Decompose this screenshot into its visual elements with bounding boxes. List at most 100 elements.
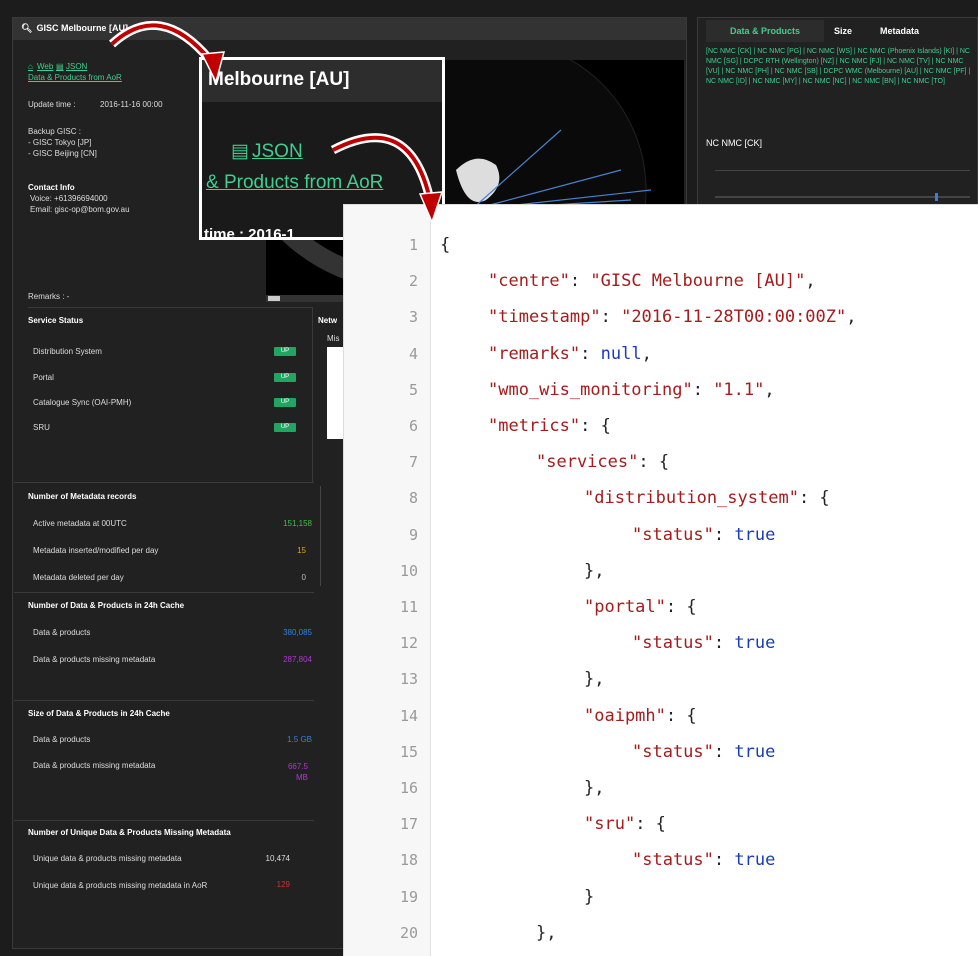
json-value: "GISC Melbourne [AU]" bbox=[590, 271, 806, 292]
centres-list[interactable]: [NC NMC [CK] | NC NMC [PG] | NC NMC [WS]… bbox=[706, 47, 974, 87]
json-key: "wmo_wis_monitoring" bbox=[488, 379, 693, 400]
zoom-aor-link[interactable]: & Products from AoR bbox=[206, 172, 383, 194]
code-line: "status": true bbox=[632, 850, 776, 871]
divider bbox=[715, 170, 970, 171]
divider bbox=[14, 592, 314, 593]
home-icon[interactable]: ⌂ bbox=[28, 62, 33, 71]
network-table-thumb bbox=[327, 347, 343, 439]
zoom-json-icon: ▤ bbox=[231, 141, 249, 162]
metric-label: Metadata deleted per day bbox=[33, 573, 124, 582]
json-value: { bbox=[686, 597, 697, 617]
backup-gisc-item: - GISC Tokyo [JP] bbox=[28, 138, 92, 147]
line-number: 6 bbox=[408, 417, 418, 435]
gisc-panel-header: 🔍︎ GISC Melbourne [AU] bbox=[13, 18, 686, 40]
update-time-label: Update time : bbox=[28, 100, 76, 109]
service-label: Catalogue Sync (OAI-PMH) bbox=[33, 398, 132, 407]
cache-size-title: Size of Data & Products in 24h Cache bbox=[28, 709, 170, 718]
search-icon: 🔍︎ bbox=[21, 23, 33, 33]
zoom-partial-text: time : 2016-1 bbox=[204, 226, 295, 240]
line-number: 8 bbox=[408, 489, 418, 508]
json-value: true bbox=[734, 741, 776, 762]
divider bbox=[14, 820, 314, 821]
network-panel-sublabel: Mis bbox=[327, 334, 340, 343]
line-number: 17 bbox=[399, 815, 418, 834]
json-key: "portal" bbox=[584, 597, 666, 617]
json-value: "1.1" bbox=[713, 379, 765, 400]
tab-data-products[interactable]: Data & Products bbox=[706, 20, 824, 42]
line-number: 10 bbox=[399, 561, 418, 580]
chart-slider[interactable] bbox=[715, 193, 970, 201]
web-link[interactable]: Web bbox=[37, 62, 53, 71]
metadata-records-title: Number of Metadata records bbox=[28, 492, 137, 501]
json-value: { bbox=[655, 814, 666, 835]
status-badge: UP bbox=[274, 398, 296, 407]
code-punct: { bbox=[440, 235, 451, 255]
metric-label: Active metadata at 00UTC bbox=[33, 519, 127, 528]
line-number: 15 bbox=[399, 742, 418, 761]
json-value: { bbox=[686, 705, 697, 726]
line-number: 14 bbox=[399, 706, 418, 725]
json-key: "status" bbox=[632, 741, 714, 762]
metric-value: 10,474 bbox=[265, 854, 290, 863]
json-value: { bbox=[658, 452, 670, 473]
code-line: }, bbox=[584, 669, 604, 689]
contact-voice: Voice: +61396694000 bbox=[30, 194, 108, 203]
gisc-title: GISC Melbourne [AU] bbox=[36, 23, 128, 33]
zoom-json-link[interactable]: JSON bbox=[252, 141, 303, 163]
code-line: "portal": { bbox=[584, 597, 697, 617]
selected-centre: NC NMC [CK] bbox=[706, 138, 762, 148]
service-status-title: Service Status bbox=[28, 316, 84, 325]
line-number: 11 bbox=[399, 598, 418, 616]
line-number: 1 bbox=[408, 236, 418, 254]
service-label: SRU bbox=[33, 423, 50, 432]
line-number: 4 bbox=[408, 344, 418, 363]
metric-label: Unique data & products missing metadata bbox=[33, 854, 182, 863]
code-line: "distribution_system": { bbox=[584, 488, 830, 509]
line-number: 2 bbox=[408, 272, 418, 291]
metric-value: 667.5 MB bbox=[287, 762, 308, 782]
backup-gisc-label: Backup GISC : bbox=[28, 127, 81, 136]
network-panel-label: Netw bbox=[318, 316, 338, 325]
json-value: { bbox=[819, 488, 830, 509]
json-key: "timestamp" bbox=[488, 307, 601, 328]
code-punct: }, bbox=[584, 778, 605, 798]
line-number: 18 bbox=[399, 851, 418, 870]
metric-label: Metadata inserted/modified per day bbox=[33, 546, 159, 555]
code-line: }, bbox=[584, 778, 604, 798]
code-line: "status": true bbox=[632, 741, 776, 762]
code-line: }, bbox=[536, 923, 556, 943]
code-line: "status": true bbox=[632, 633, 776, 654]
json-code-view: 1 {2 "centre": "GISC Melbourne [AU]", 3 "tim… bbox=[343, 204, 978, 956]
service-label: Portal bbox=[33, 373, 54, 382]
code-punct: , bbox=[805, 271, 816, 292]
json-key: "sru" bbox=[584, 814, 636, 835]
code-punct: , bbox=[846, 307, 857, 328]
metric-value: 0 bbox=[301, 573, 306, 582]
tab-size[interactable]: Size bbox=[834, 20, 864, 42]
json-key: "metrics" bbox=[488, 416, 581, 436]
contact-email: Email: gisc-op@bom.gov.au bbox=[30, 205, 130, 214]
metric-label: Data & products bbox=[33, 628, 91, 637]
json-key: "remarks" bbox=[488, 343, 581, 364]
metric-value: 15 bbox=[297, 546, 306, 555]
aor-link[interactable]: Data & Products from AoR bbox=[28, 73, 122, 82]
json-link[interactable]: JSON bbox=[66, 62, 87, 71]
line-number: 19 bbox=[399, 887, 418, 906]
metric-label: Data & products missing metadata bbox=[33, 655, 156, 664]
line-number: 13 bbox=[399, 670, 418, 689]
status-badge: UP bbox=[274, 423, 296, 432]
code-punct: }, bbox=[584, 560, 605, 581]
status-badge: UP bbox=[274, 373, 296, 382]
unique-missing-title: Number of Unique Data & Products Missing… bbox=[28, 828, 231, 837]
metric-value: 287,804 bbox=[283, 655, 312, 664]
code-line: "services": { bbox=[536, 452, 670, 473]
json-value: null bbox=[600, 343, 642, 364]
json-value: true bbox=[734, 633, 776, 654]
divider bbox=[14, 700, 314, 701]
tab-metadata[interactable]: Metadata bbox=[880, 20, 950, 42]
code-line: } bbox=[584, 887, 594, 907]
code-line: "metrics": { bbox=[488, 416, 611, 436]
line-number: 5 bbox=[408, 380, 418, 399]
service-label: Distribution System bbox=[33, 347, 102, 356]
json-key: "distribution_system" bbox=[584, 488, 799, 509]
